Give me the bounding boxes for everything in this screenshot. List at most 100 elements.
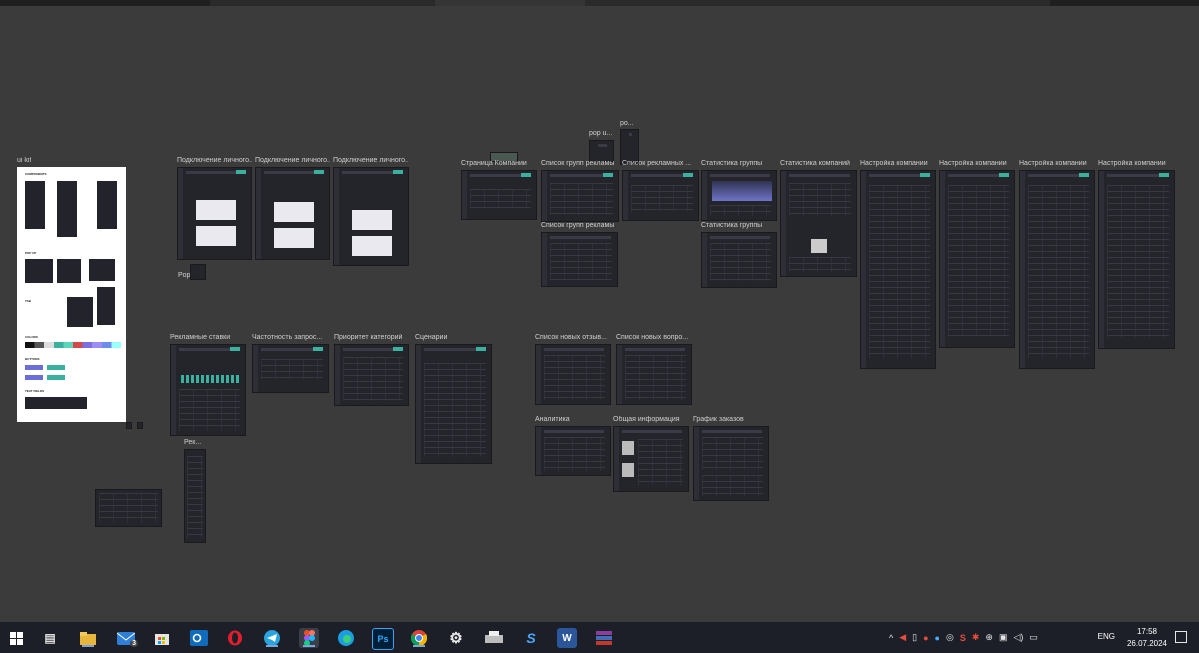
clock[interactable]: 17:58 26.07.2024 xyxy=(1127,626,1167,650)
frame-ad-mobile[interactable] xyxy=(184,449,206,543)
frame-query-frequency[interactable] xyxy=(252,344,329,393)
button-sample xyxy=(25,365,43,370)
ui-kit-frame[interactable]: COMPONENTS POP UP TAB COLORS BUTTONS TEX… xyxy=(17,167,126,422)
frame-label[interactable]: Общая информация xyxy=(613,416,680,423)
frame-connect-1[interactable] xyxy=(177,167,252,260)
app-s-icon[interactable]: S xyxy=(521,628,541,648)
frame-label[interactable]: Список новых вопро... xyxy=(616,334,691,341)
tray-app-icon[interactable]: ◎ xyxy=(946,632,954,643)
frame-label[interactable]: Аналитика xyxy=(535,416,570,423)
chevron-up-icon[interactable]: ^ xyxy=(889,633,893,643)
frame-popup-small[interactable] xyxy=(190,264,206,280)
tray-app-icon[interactable]: ▣ xyxy=(999,632,1008,643)
volume-icon[interactable]: ◁) xyxy=(1013,632,1023,643)
task-view-icon[interactable]: ▤ xyxy=(40,628,60,648)
frame-label[interactable]: Подключение личного... xyxy=(255,157,330,164)
tray-app-icon[interactable]: ● xyxy=(935,633,940,643)
small-frame[interactable] xyxy=(137,422,143,429)
frame-ad-bids[interactable] xyxy=(170,344,246,436)
tray-app-icon[interactable]: S xyxy=(960,633,966,643)
frame-label-ui-kit[interactable]: ui kit xyxy=(17,157,31,164)
figma-icon[interactable] xyxy=(299,628,319,648)
frame-label[interactable]: Список групп рекламы xyxy=(541,222,619,229)
ui-kit-section: COLORS xyxy=(25,335,38,339)
frame-label[interactable]: Настройка компании xyxy=(860,160,935,167)
opera-icon[interactable] xyxy=(225,628,245,648)
color-palette xyxy=(25,342,121,348)
frame-label[interactable]: Рекламные ставки xyxy=(170,334,245,341)
ui-kit-block xyxy=(25,259,53,283)
frame-ad-groups[interactable] xyxy=(541,170,619,222)
frame-label[interactable]: Статистика компаний xyxy=(780,160,856,167)
ui-kit-block xyxy=(67,297,93,327)
frame-label[interactable]: Настройка компании xyxy=(1098,160,1174,167)
frame-group-stats-2[interactable] xyxy=(701,232,777,288)
frame-company-settings-1[interactable] xyxy=(860,170,936,369)
frame-label[interactable]: Подключение личного... xyxy=(333,157,408,164)
ui-kit-block xyxy=(97,181,117,229)
frame-label[interactable]: Частотность запрос... xyxy=(252,334,328,341)
chrome-icon[interactable] xyxy=(409,628,429,648)
frame-company-settings-4[interactable] xyxy=(1098,170,1175,349)
outlook-icon[interactable] xyxy=(189,628,209,648)
frame-connect-2[interactable] xyxy=(255,167,330,260)
frame-popup[interactable] xyxy=(589,140,614,162)
ui-kit-section: TAB xyxy=(25,299,31,303)
tray-app-icon[interactable]: ⊕ xyxy=(985,632,993,643)
frame-label[interactable]: po... xyxy=(620,120,634,127)
network-icon[interactable]: ▭ xyxy=(1029,632,1038,643)
frame-label[interactable]: Список рекламных ... xyxy=(622,160,698,167)
frame-general-info[interactable] xyxy=(613,426,689,492)
tray-app-icon[interactable]: ● xyxy=(923,633,928,643)
frame-label[interactable]: Рек... xyxy=(184,439,201,446)
frame-company-settings-3[interactable] xyxy=(1019,170,1095,369)
notification-icon[interactable] xyxy=(1175,631,1187,643)
ui-kit-block xyxy=(97,287,115,325)
edge-icon[interactable] xyxy=(336,628,356,648)
frame-scenarios[interactable] xyxy=(415,344,492,464)
telegram-icon[interactable] xyxy=(262,628,282,648)
photoshop-icon[interactable]: Ps xyxy=(372,628,394,650)
mail-icon[interactable]: 3 xyxy=(116,628,138,648)
frame-label[interactable]: Список групп рекламы xyxy=(541,160,619,167)
frame-label[interactable]: Подключение личного... xyxy=(177,157,252,164)
printer-icon[interactable] xyxy=(484,628,504,648)
frame-new-reviews[interactable] xyxy=(535,344,611,405)
frame-label[interactable]: pop u... xyxy=(589,130,612,137)
frame-label[interactable]: Настройка компании xyxy=(1019,160,1095,167)
frame-ad-list[interactable] xyxy=(622,170,699,221)
figma-canvas[interactable]: ui kit COMPONENTS POP UP TAB COLORS BUTT… xyxy=(0,6,1199,622)
winrar-icon[interactable] xyxy=(594,628,614,648)
tray-app-icon[interactable]: ✱ xyxy=(972,632,980,643)
frame-label[interactable]: Настройка компании xyxy=(939,160,1015,167)
frame-label[interactable]: Статистика группы xyxy=(701,222,777,229)
frame-label[interactable]: Список новых отзыв... xyxy=(535,334,611,341)
frame-company-settings-2[interactable] xyxy=(939,170,1015,348)
button-sample xyxy=(47,375,65,380)
frame-connect-3[interactable] xyxy=(333,167,409,266)
small-frame[interactable] xyxy=(126,422,132,429)
text-field-sample xyxy=(25,397,87,409)
store-icon[interactable] xyxy=(152,628,172,648)
word-icon[interactable]: W xyxy=(557,628,577,648)
frame-group-stats[interactable] xyxy=(701,170,777,221)
frame-analytics[interactable] xyxy=(535,426,611,476)
language-indicator[interactable]: ENG xyxy=(1098,632,1115,641)
file-explorer-icon[interactable] xyxy=(78,628,98,648)
frame-label[interactable]: Статистика группы xyxy=(701,160,777,167)
tray-app-icon[interactable]: ▯ xyxy=(912,632,917,643)
frame-ad-groups-2[interactable] xyxy=(541,232,618,287)
settings-icon[interactable]: ⚙ xyxy=(446,628,466,648)
frame-company-stats[interactable] xyxy=(780,170,857,277)
frame-label[interactable]: Приоритет категорий xyxy=(334,334,409,341)
tray-app-icon[interactable]: ◀ xyxy=(899,632,906,643)
frame-label[interactable]: Страница Компании xyxy=(461,160,536,167)
frame-category-priority[interactable] xyxy=(334,344,409,406)
start-icon[interactable] xyxy=(6,628,26,648)
frame-orders-chart[interactable] xyxy=(693,426,769,501)
frame-table-snippet[interactable] xyxy=(95,489,162,527)
frame-new-questions[interactable] xyxy=(616,344,692,405)
frame-company-page[interactable] xyxy=(461,170,537,220)
frame-label[interactable]: График заказов xyxy=(693,416,744,423)
frame-label[interactable]: Сценарии xyxy=(415,334,491,341)
